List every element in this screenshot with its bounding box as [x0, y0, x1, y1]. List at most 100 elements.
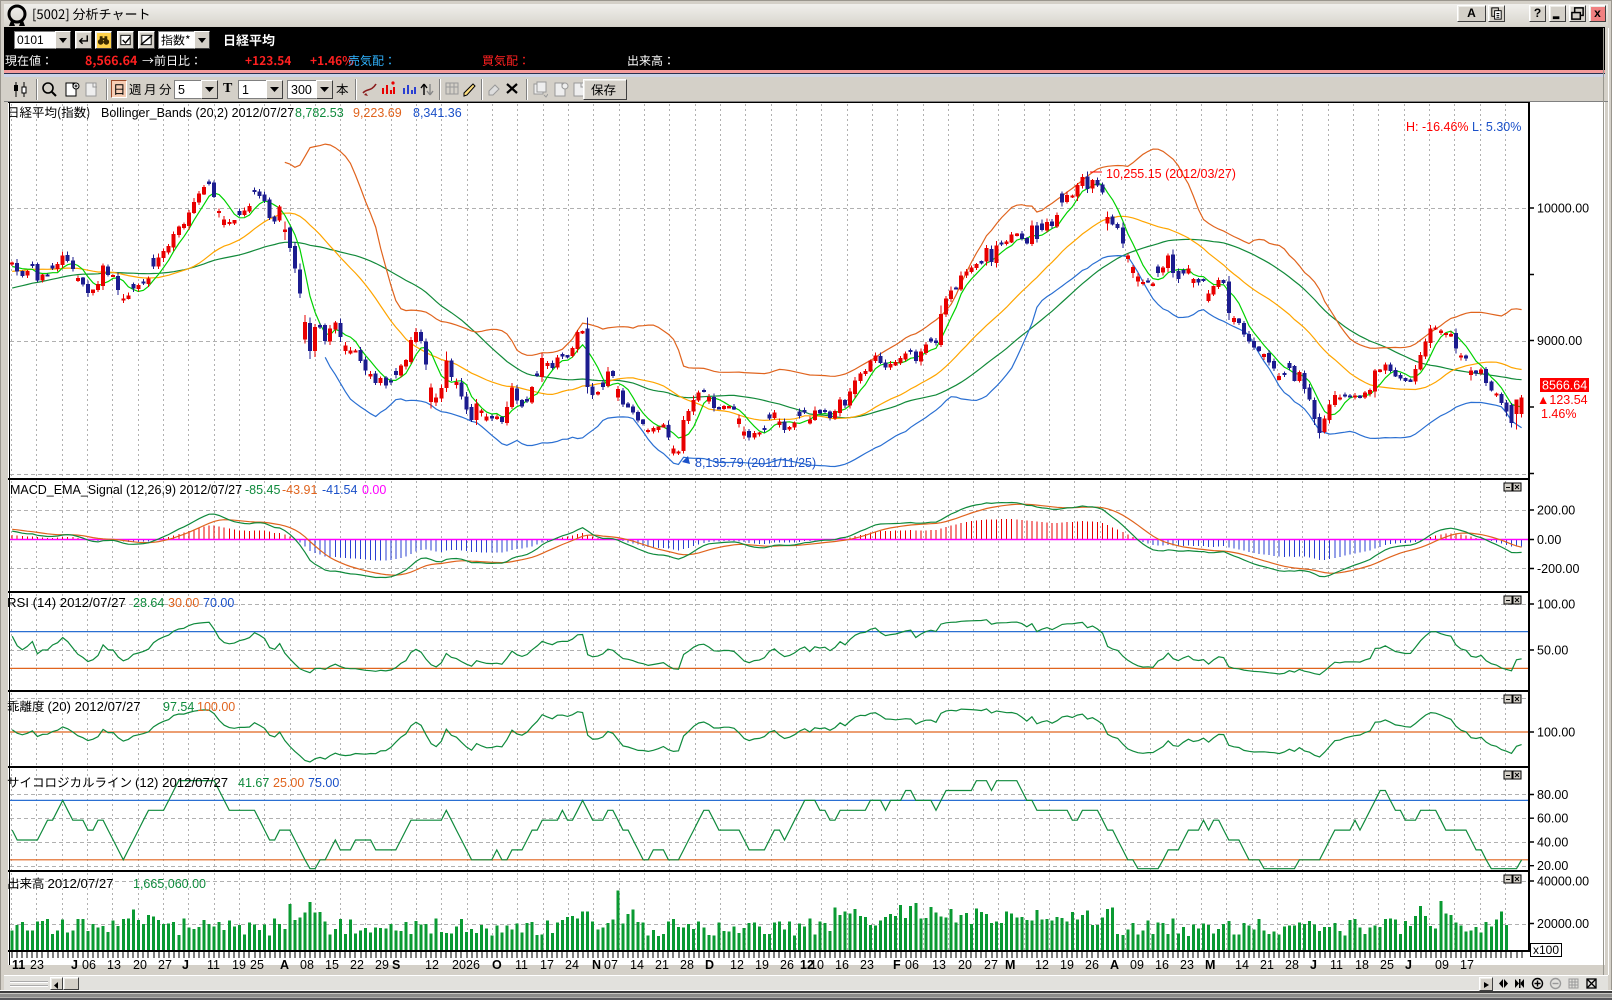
svg-text:20: 20	[133, 958, 147, 972]
svg-text:19: 19	[755, 958, 769, 972]
svg-text:22: 22	[350, 958, 364, 972]
svg-text:M: M	[1205, 958, 1215, 972]
svg-text:09: 09	[1130, 958, 1144, 972]
svg-text:28: 28	[1285, 958, 1299, 972]
svg-text:23: 23	[30, 958, 44, 972]
svg-text:09: 09	[1435, 958, 1449, 972]
svg-text:40.00: 40.00	[1537, 836, 1568, 850]
svg-text:M: M	[1005, 958, 1015, 972]
svg-text:26: 26	[780, 958, 794, 972]
svg-text:1.46%: 1.46%	[1541, 407, 1576, 421]
svg-text:10: 10	[810, 958, 824, 972]
svg-text:100.00: 100.00	[1537, 726, 1575, 740]
svg-text:28.64: 28.64	[133, 596, 164, 610]
svg-text:(12) 2012/07/27: (12) 2012/07/27	[135, 775, 228, 790]
svg-text:06: 06	[905, 958, 919, 972]
svg-text:S: S	[392, 958, 400, 972]
svg-text:12: 12	[730, 958, 744, 972]
svg-text:100.00: 100.00	[197, 700, 235, 714]
svg-text:26: 26	[1085, 958, 1099, 972]
svg-text:10000.00: 10000.00	[1537, 202, 1589, 216]
svg-text:(20) 2012/07/27: (20) 2012/07/27	[48, 699, 141, 714]
svg-text:20: 20	[452, 958, 466, 972]
svg-text:9000.00: 9000.00	[1537, 334, 1582, 348]
svg-text:12: 12	[425, 958, 439, 972]
svg-text:8,782.53: 8,782.53	[295, 106, 344, 120]
svg-text:0.00: 0.00	[362, 483, 386, 497]
svg-text:41.67: 41.67	[238, 776, 269, 790]
svg-text:25.00: 25.00	[273, 776, 304, 790]
svg-text:21: 21	[655, 958, 669, 972]
svg-text:20: 20	[958, 958, 972, 972]
svg-text:-85.45: -85.45	[245, 483, 280, 497]
svg-text:30.00: 30.00	[168, 596, 199, 610]
svg-text:12: 12	[1035, 958, 1049, 972]
svg-text:O: O	[492, 958, 502, 972]
svg-text:75.00: 75.00	[308, 776, 339, 790]
svg-text:40000.00: 40000.00	[1537, 875, 1589, 889]
svg-text:07: 07	[604, 958, 618, 972]
svg-text:25: 25	[1380, 958, 1394, 972]
svg-text:▲123.54: ▲123.54	[1537, 393, 1588, 407]
svg-text:-43.91: -43.91	[282, 483, 317, 497]
svg-text:16: 16	[1155, 958, 1169, 972]
svg-text:06: 06	[82, 958, 96, 972]
svg-text:J: J	[1310, 958, 1317, 972]
svg-text:14: 14	[630, 958, 644, 972]
svg-text:50.00: 50.00	[1537, 644, 1568, 658]
svg-text:D: D	[705, 958, 714, 972]
svg-text:28: 28	[680, 958, 694, 972]
svg-text:9,223.69: 9,223.69	[353, 106, 402, 120]
svg-text:MACD_EMA_Signal (12,26,9) 2012: MACD_EMA_Signal (12,26,9) 2012/07/27	[10, 483, 242, 497]
svg-text:J: J	[1405, 958, 1412, 972]
svg-text:14: 14	[1235, 958, 1249, 972]
svg-text:-41.54: -41.54	[322, 483, 357, 497]
svg-text:L: 5.30%: L: 5.30%	[1472, 120, 1521, 134]
svg-text:26: 26	[466, 958, 480, 972]
svg-text:1,665,060.00: 1,665,060.00	[133, 877, 206, 891]
svg-text:100.00: 100.00	[1537, 598, 1575, 612]
svg-text:8,341.36: 8,341.36	[413, 106, 462, 120]
svg-text:24: 24	[565, 958, 579, 972]
svg-text:17: 17	[1460, 958, 1474, 972]
svg-text:21: 21	[1260, 958, 1274, 972]
svg-text:70.00: 70.00	[203, 596, 234, 610]
svg-text:19: 19	[1060, 958, 1074, 972]
svg-text:16: 16	[835, 958, 849, 972]
svg-text:29: 29	[375, 958, 389, 972]
svg-text:23: 23	[1180, 958, 1194, 972]
svg-text:15: 15	[325, 958, 339, 972]
svg-text:08: 08	[300, 958, 314, 972]
svg-text:20.00: 20.00	[1537, 859, 1568, 873]
svg-text:97.54: 97.54	[163, 700, 194, 714]
svg-text:25: 25	[250, 958, 264, 972]
svg-text:11: 11	[12, 958, 25, 972]
svg-text:A: A	[280, 958, 289, 972]
svg-text:J: J	[182, 958, 189, 972]
svg-text:A: A	[1110, 958, 1119, 972]
svg-text:RSI (14) 2012/07/27: RSI (14) 2012/07/27	[7, 595, 126, 610]
svg-text:8566.64: 8566.64	[1542, 379, 1587, 393]
svg-text:17: 17	[540, 958, 554, 972]
svg-text:200.00: 200.00	[1537, 504, 1575, 518]
svg-text:11: 11	[207, 958, 220, 972]
svg-text:13: 13	[932, 958, 946, 972]
svg-text:27: 27	[984, 958, 998, 972]
svg-text:H: -16.46%: H: -16.46%	[1406, 120, 1469, 134]
svg-text:-200.00: -200.00	[1537, 562, 1579, 576]
svg-text:11: 11	[515, 958, 528, 972]
svg-text:18: 18	[1355, 958, 1369, 972]
svg-text:0.00: 0.00	[1537, 533, 1561, 547]
svg-text:10,255.15 (2012/03/27): 10,255.15 (2012/03/27)	[1106, 167, 1236, 181]
svg-text:2012/07/27: 2012/07/27	[48, 876, 114, 891]
svg-text:13: 13	[107, 958, 121, 972]
svg-text:19: 19	[232, 958, 246, 972]
svg-text:8,135.79 (2011/11/25): 8,135.79 (2011/11/25)	[695, 456, 816, 470]
svg-text:60.00: 60.00	[1537, 812, 1568, 826]
svg-text:11: 11	[1330, 958, 1343, 972]
svg-text:x100: x100	[1533, 943, 1559, 957]
svg-text:Bollinger_Bands (20,2) 2012/07: Bollinger_Bands (20,2) 2012/07/27	[101, 106, 294, 120]
svg-text:20000.00: 20000.00	[1537, 917, 1589, 931]
svg-text:80.00: 80.00	[1537, 788, 1568, 802]
svg-text:23: 23	[860, 958, 874, 972]
